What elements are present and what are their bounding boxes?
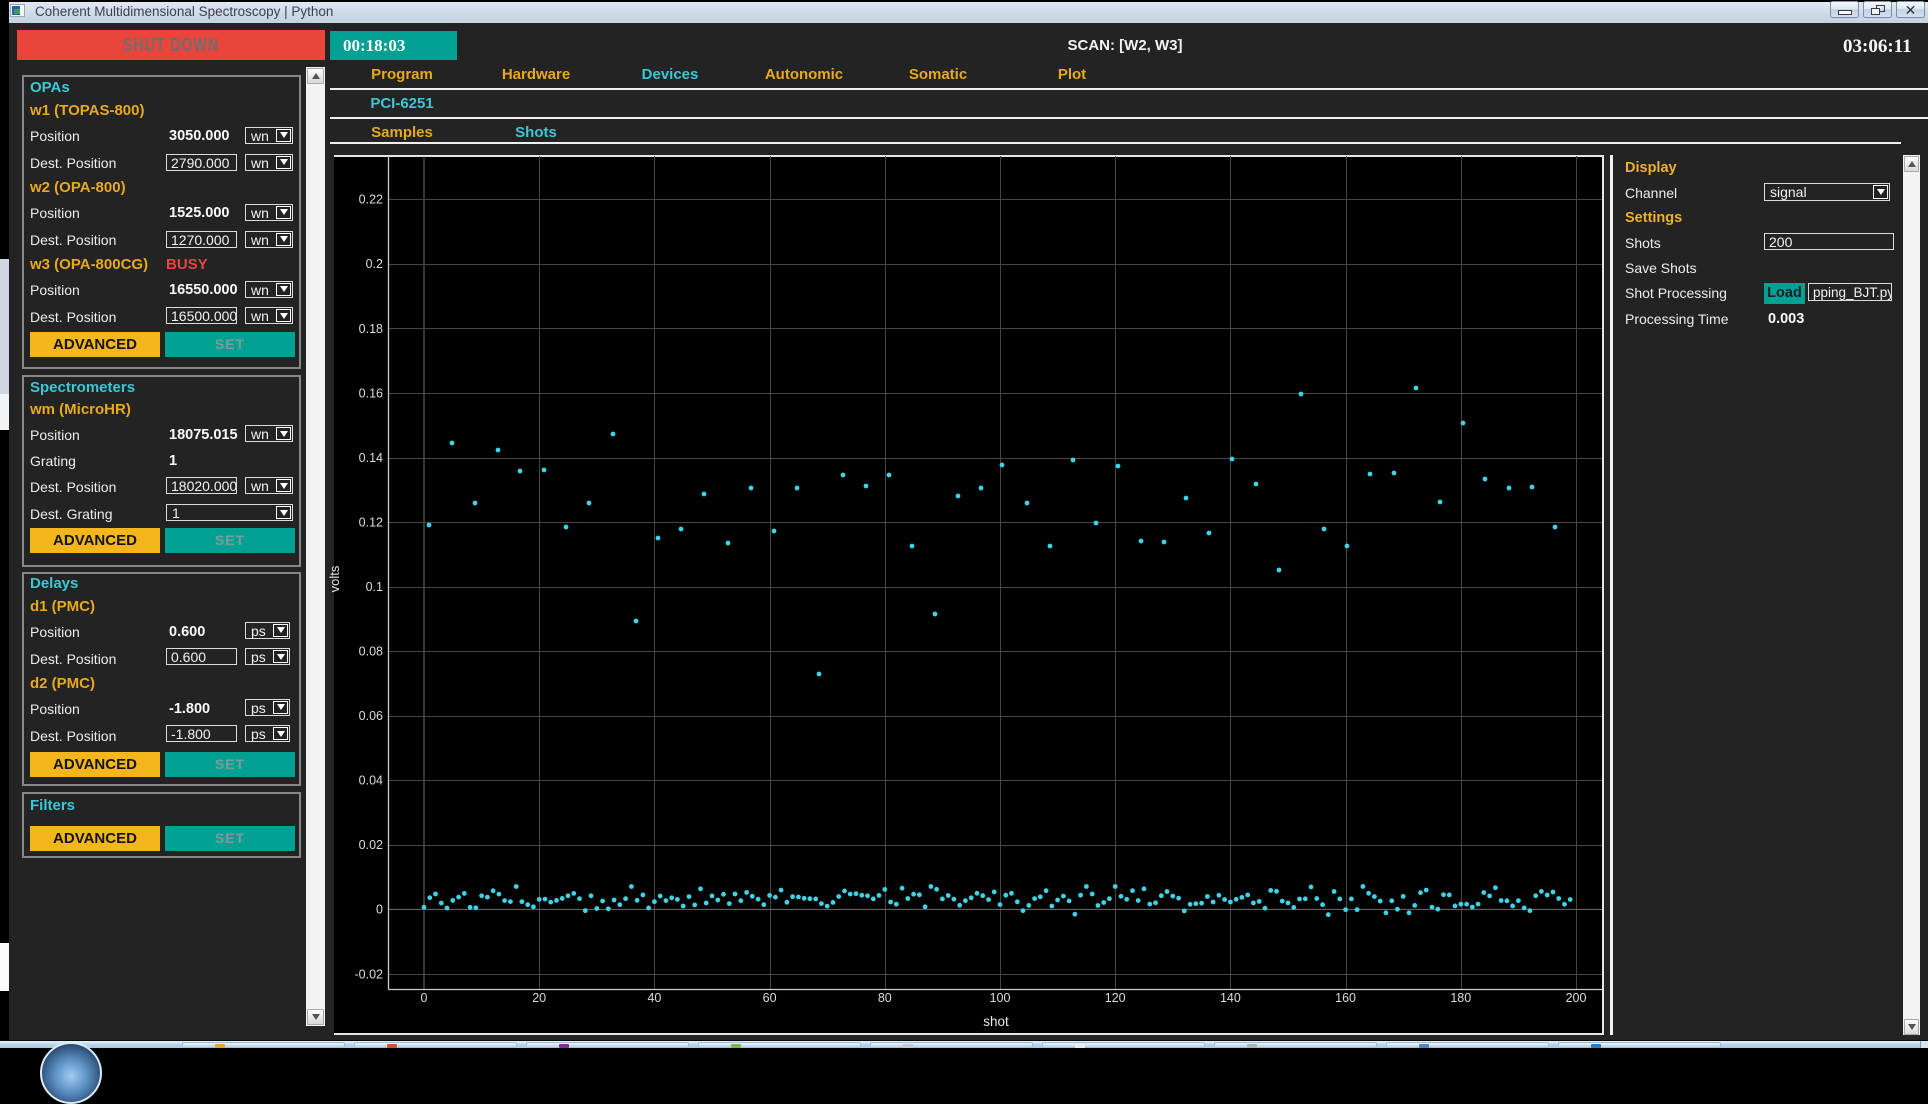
svg-text:140: 140 [1220, 991, 1241, 1005]
svg-text:160: 160 [1335, 991, 1356, 1005]
svg-text:100: 100 [990, 991, 1011, 1005]
svg-text:volts: volts [327, 565, 342, 592]
svg-text:0.04: 0.04 [359, 774, 383, 788]
svg-text:0.02: 0.02 [359, 838, 383, 852]
svg-text:0.22: 0.22 [359, 193, 383, 207]
svg-text:80: 80 [878, 991, 892, 1005]
svg-text:40: 40 [647, 991, 661, 1005]
svg-text:60: 60 [763, 991, 777, 1005]
svg-text:0: 0 [421, 991, 428, 1005]
svg-text:0.06: 0.06 [359, 709, 383, 723]
svg-text:0.12: 0.12 [359, 515, 383, 529]
svg-text:0.08: 0.08 [359, 645, 383, 659]
svg-text:0.2: 0.2 [366, 257, 383, 271]
svg-text:0: 0 [376, 903, 383, 917]
svg-text:200: 200 [1566, 991, 1587, 1005]
svg-text:120: 120 [1105, 991, 1126, 1005]
svg-text:-0.02: -0.02 [355, 967, 384, 981]
svg-text:0.16: 0.16 [359, 386, 383, 400]
svg-text:0.18: 0.18 [359, 322, 383, 336]
svg-text:shot: shot [983, 1014, 1009, 1029]
svg-text:0.14: 0.14 [359, 451, 383, 465]
svg-text:0.1: 0.1 [366, 580, 383, 594]
svg-text:180: 180 [1450, 991, 1471, 1005]
svg-text:20: 20 [532, 991, 546, 1005]
